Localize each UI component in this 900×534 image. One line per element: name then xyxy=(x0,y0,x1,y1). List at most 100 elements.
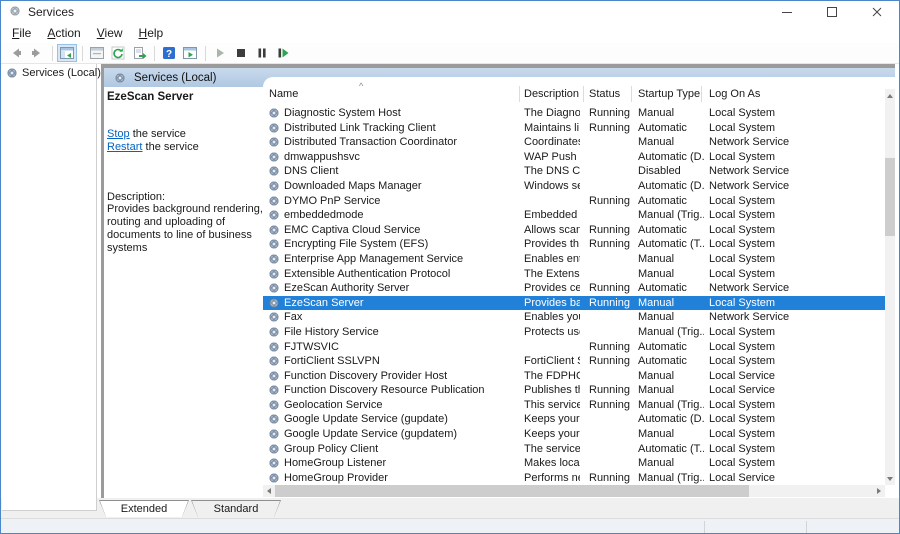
cell-logon: Local System xyxy=(709,209,859,221)
table-row[interactable]: HomeGroup ListenerMakes local...ManualLo… xyxy=(263,456,885,471)
stop-service-text: the service xyxy=(130,128,186,140)
table-row[interactable]: Distributed Link Tracking ClientMaintain… xyxy=(263,121,885,136)
table-row[interactable]: Geolocation ServiceThis service ...Runni… xyxy=(263,398,885,413)
cell-name: Function Discovery Resource Publication xyxy=(284,384,516,396)
table-row[interactable]: DYMO PnP ServiceRunningAutomaticLocal Sy… xyxy=(263,194,885,209)
restart-service-text: the service xyxy=(142,141,198,153)
export-list-button[interactable] xyxy=(129,44,149,62)
horizontal-scroll-thumb[interactable] xyxy=(275,485,749,497)
cell-logon: Local System xyxy=(709,341,859,353)
table-row[interactable]: EzeScan Authority ServerProvides ce...Ru… xyxy=(263,281,885,296)
cell-startup: Automatic (T... xyxy=(638,443,704,455)
cell-status: Running xyxy=(589,297,633,309)
maximize-button[interactable] xyxy=(809,1,854,23)
table-row[interactable]: Function Discovery Provider HostThe FDPH… xyxy=(263,369,885,384)
close-button[interactable] xyxy=(854,1,899,23)
cell-logon: Local System xyxy=(709,253,859,265)
table-row[interactable]: File History ServiceProtects use...Manua… xyxy=(263,325,885,340)
header-separator xyxy=(519,86,520,102)
cell-name: Geolocation Service xyxy=(284,399,516,411)
cell-name: Google Update Service (gupdatem) xyxy=(284,428,516,440)
table-row[interactable]: EMC Captiva Cloud ServiceAllows scan...R… xyxy=(263,223,885,238)
cell-status: Running xyxy=(589,341,633,353)
menu-view[interactable]: View xyxy=(89,24,131,42)
cell-description: Coordinates... xyxy=(524,136,580,148)
table-row[interactable]: FortiClient SSLVPNFortiClient S...Runnin… xyxy=(263,354,885,369)
scroll-down-icon[interactable] xyxy=(885,472,895,485)
cell-logon: Network Service xyxy=(709,165,859,177)
table-row[interactable]: Group Policy ClientThe service ...Automa… xyxy=(263,442,885,457)
table-row-selected[interactable]: EzeScan ServerProvides ba...RunningManua… xyxy=(263,296,885,311)
vertical-scroll-thumb[interactable] xyxy=(885,158,895,236)
cell-startup: Automatic (T... xyxy=(638,238,704,250)
table-row[interactable]: FaxEnables you...ManualNetwork Service xyxy=(263,310,885,325)
scroll-right-icon[interactable] xyxy=(873,485,885,497)
table-row[interactable]: Extensible Authentication ProtocolThe Ex… xyxy=(263,267,885,282)
menu-help[interactable]: Help xyxy=(131,24,172,42)
column-header-description[interactable]: Description xyxy=(524,88,579,100)
toolbar-separator xyxy=(205,46,206,61)
tab-extended[interactable]: Extended xyxy=(99,500,189,517)
cell-status: Running xyxy=(589,238,633,250)
menu-file[interactable]: File xyxy=(4,24,39,42)
cell-logon: Local Service xyxy=(709,472,859,484)
refresh-button[interactable] xyxy=(108,44,128,62)
minimize-button[interactable] xyxy=(764,1,809,23)
stop-service-link[interactable]: Stop xyxy=(107,128,130,140)
menu-action[interactable]: Action xyxy=(39,24,88,42)
restart-service-line: Restart the service xyxy=(107,141,263,154)
cell-startup: Manual xyxy=(638,268,704,280)
properties-button[interactable] xyxy=(87,44,107,62)
cell-status: Running xyxy=(589,355,633,367)
table-row[interactable]: Google Update Service (gupdatem) Keeps yo… xyxy=(263,427,885,442)
cell-name: Encrypting File System (EFS) xyxy=(284,238,516,250)
cell-logon: Local System xyxy=(709,428,859,440)
scroll-left-icon[interactable] xyxy=(263,485,275,497)
restart-service-button[interactable] xyxy=(273,44,293,62)
vertical-scrollbar[interactable] xyxy=(885,89,895,485)
services-gear-icon xyxy=(114,72,126,84)
scroll-up-icon[interactable] xyxy=(885,89,895,102)
title-bar[interactable]: Services xyxy=(1,1,899,23)
service-gear-icon xyxy=(268,224,280,236)
tab-standard[interactable]: Standard xyxy=(191,500,281,517)
table-row[interactable]: Function Discovery Resource PublicationP… xyxy=(263,383,885,398)
show-console-tree-button[interactable] xyxy=(57,44,77,62)
column-header-startup-type[interactable]: Startup Type xyxy=(638,88,700,100)
help-button[interactable]: ? xyxy=(159,44,179,62)
service-gear-icon xyxy=(268,151,280,163)
cell-logon: Network Service xyxy=(709,136,859,148)
table-row[interactable]: Downloaded Maps ManagerWindows se...Auto… xyxy=(263,179,885,194)
table-row[interactable]: HomeGroup ProviderPerforms ne...RunningM… xyxy=(263,471,885,485)
forward-icon xyxy=(29,45,45,61)
table-row[interactable]: dmwappushsvcWAP Push ...Automatic (D...L… xyxy=(263,150,885,165)
horizontal-scrollbar[interactable] xyxy=(263,485,885,497)
restart-service-link[interactable]: Restart xyxy=(107,141,142,153)
table-row[interactable]: DNS ClientThe DNS Cli...DisabledNetwork … xyxy=(263,164,885,179)
column-header-name[interactable]: Name xyxy=(269,88,298,100)
back-button[interactable] xyxy=(6,44,26,62)
table-row[interactable]: Google Update Service (gupdate)Keeps you… xyxy=(263,412,885,427)
cell-description: WAP Push ... xyxy=(524,151,580,163)
tree-item-services-local[interactable]: Services (Local) xyxy=(2,64,96,81)
cell-description: Keeps your ... xyxy=(524,428,580,440)
table-row[interactable]: FJTWSVICRunningAutomaticLocal System xyxy=(263,340,885,355)
service-gear-icon xyxy=(268,297,280,309)
header-separator xyxy=(631,86,632,102)
table-row[interactable]: Distributed Transaction CoordinatorCoord… xyxy=(263,135,885,150)
cell-startup: Automatic xyxy=(638,224,704,236)
cell-startup: Manual xyxy=(638,428,704,440)
pause-service-button[interactable] xyxy=(252,44,272,62)
table-row[interactable]: Enterprise App Management ServiceEnables… xyxy=(263,252,885,267)
service-gear-icon xyxy=(268,443,280,455)
column-header-log-on-as[interactable]: Log On As xyxy=(709,88,760,100)
forward-button[interactable] xyxy=(27,44,47,62)
table-row[interactable]: Encrypting File System (EFS)Provides th.… xyxy=(263,237,885,252)
stop-service-button[interactable] xyxy=(231,44,251,62)
table-row[interactable]: embeddedmodeEmbedded ...Manual (Trig...L… xyxy=(263,208,885,223)
column-header-status[interactable]: Status xyxy=(589,88,620,100)
start-service-button[interactable] xyxy=(210,44,230,62)
table-row[interactable]: Diagnostic System HostThe Diagno...Runni… xyxy=(263,106,885,121)
cell-name: Diagnostic System Host xyxy=(284,107,516,119)
show-action-pane-button[interactable] xyxy=(180,44,200,62)
